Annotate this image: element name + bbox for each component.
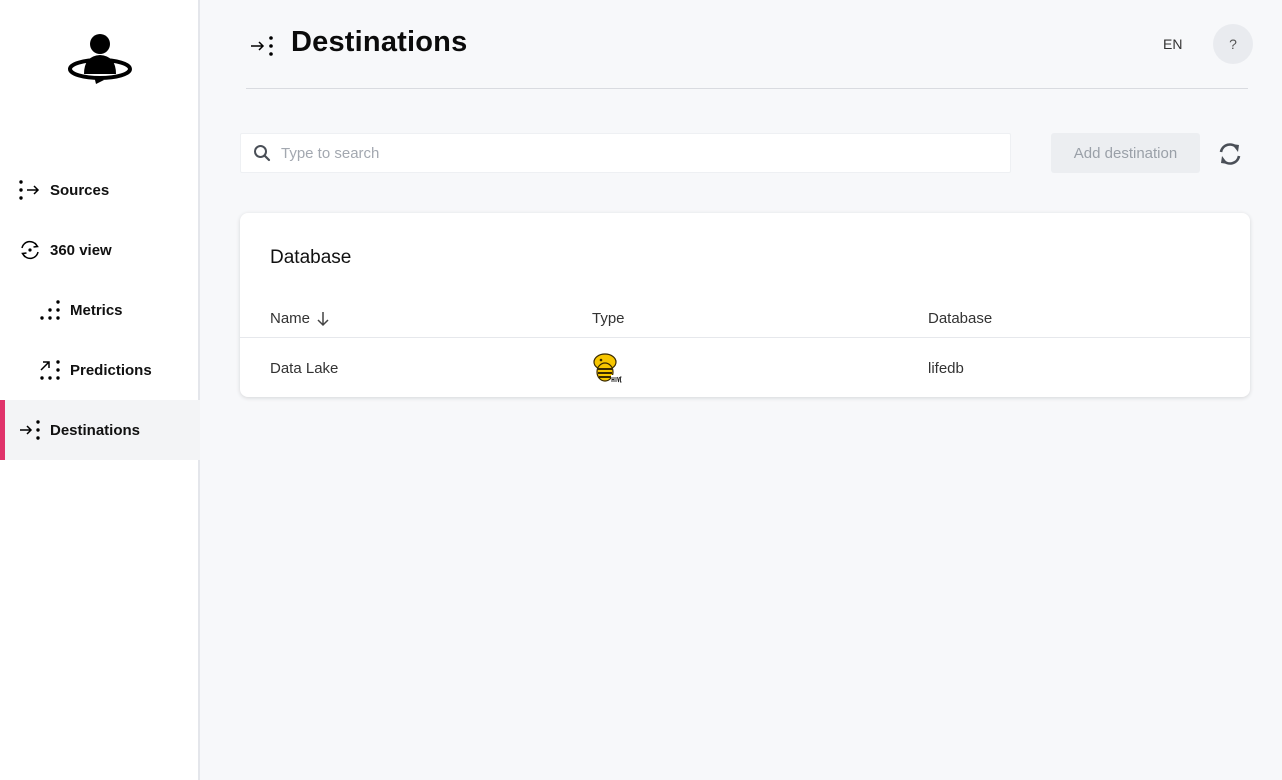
sort-arrow-down-icon <box>316 311 330 327</box>
add-destination-button[interactable]: Add destination <box>1051 133 1200 173</box>
sidebar-item-label: Metrics <box>70 301 123 319</box>
sources-icon <box>18 178 42 202</box>
table-row[interactable]: Data Lake lifedb <box>240 338 1250 397</box>
refresh-icon[interactable] <box>1216 141 1244 167</box>
language-selector[interactable]: EN <box>1163 36 1182 52</box>
sidebar-item-metrics[interactable]: Metrics <box>0 280 200 340</box>
hive-logo <box>591 351 625 385</box>
sidebar-item-label: 360 view <box>50 241 112 259</box>
column-header-type[interactable]: Type <box>592 310 625 327</box>
search-icon <box>253 144 271 162</box>
sidebar-item-label: Sources <box>50 181 110 199</box>
destinations-icon <box>18 418 42 442</box>
header-divider <box>246 88 1248 89</box>
search-input[interactable] <box>281 135 1010 171</box>
help-button[interactable]: ? <box>1213 24 1253 64</box>
sidebar-item-360-view[interactable]: 360 view <box>0 220 200 280</box>
column-header-name[interactable]: Name <box>270 310 330 327</box>
sidebar: Sources 360 view Metrics Predictions Des… <box>0 0 200 780</box>
destinations-icon <box>250 34 276 58</box>
row-name: Data Lake <box>270 360 339 377</box>
row-database: lifedb <box>928 360 964 377</box>
database-card: Database Name Type Database Data Lake li… <box>240 213 1250 397</box>
app-logo[interactable] <box>66 30 134 86</box>
column-header-database[interactable]: Database <box>928 310 992 327</box>
sidebar-item-label: Destinations <box>50 421 141 439</box>
predictions-icon <box>38 358 62 382</box>
sidebar-item-label: Predictions <box>70 361 152 379</box>
sidebar-item-destinations[interactable]: Destinations <box>0 400 200 460</box>
search-box <box>240 133 1011 173</box>
metrics-icon <box>38 298 62 322</box>
card-title: Database <box>270 247 352 268</box>
view-360-icon <box>18 238 42 262</box>
page-title: Destinations <box>291 26 468 58</box>
sidebar-item-sources[interactable]: Sources <box>0 160 200 220</box>
sidebar-item-predictions[interactable]: Predictions <box>0 340 200 400</box>
